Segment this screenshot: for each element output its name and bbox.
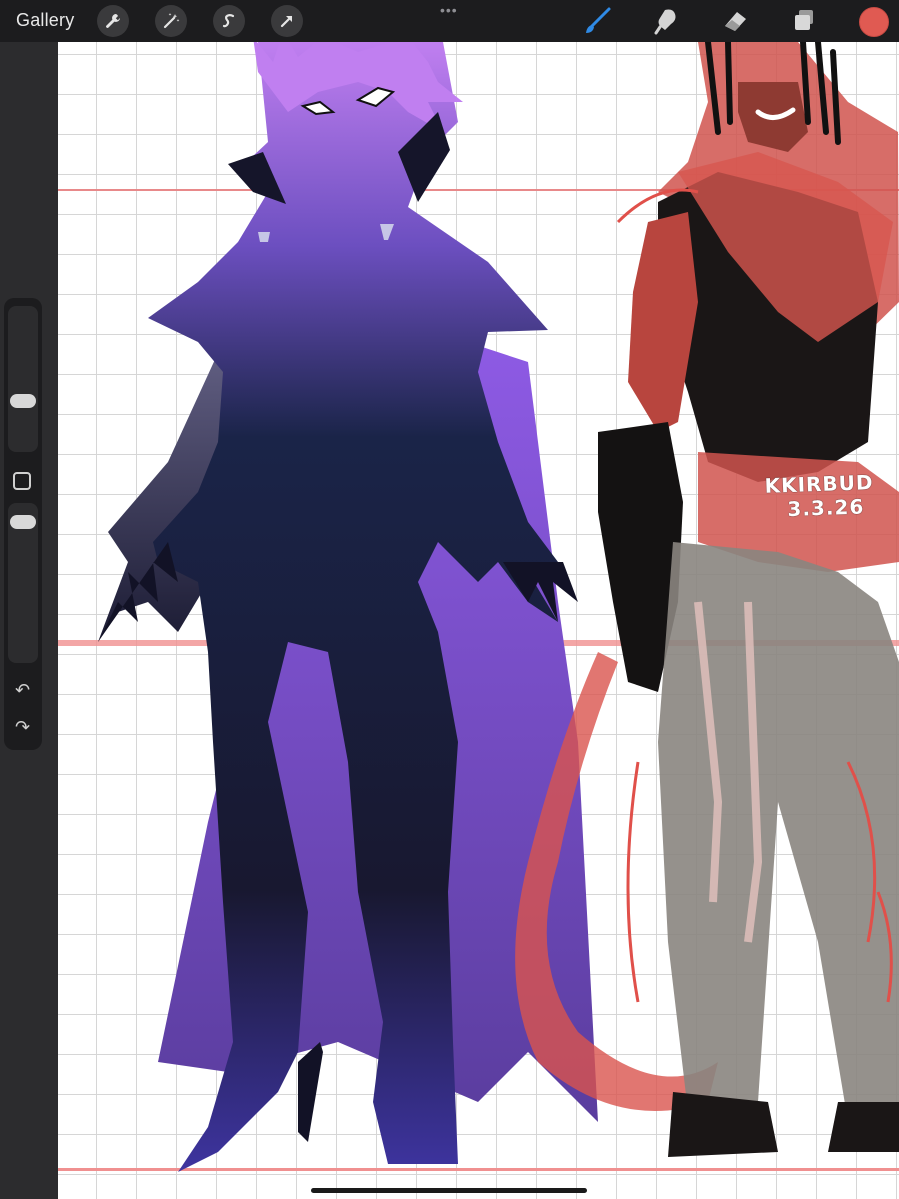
left-boot <box>668 1092 778 1157</box>
brush-controls-panel: ↶ ↷ <box>4 298 42 750</box>
top-toolbar: Gallery ••• <box>0 0 899 42</box>
opacity-handle[interactable] <box>10 515 36 529</box>
transform-arrow-icon[interactable] <box>271 5 303 37</box>
magic-wand-icon[interactable] <box>155 5 187 37</box>
redo-icon[interactable]: ↷ <box>15 718 30 736</box>
signature-date: 3.3.26 <box>787 494 865 522</box>
modify-square-button[interactable] <box>13 472 31 490</box>
boot-heel <box>298 1042 323 1142</box>
undo-icon[interactable]: ↶ <box>15 681 30 699</box>
grey-pants <box>658 542 899 1142</box>
home-indicator[interactable] <box>311 1188 587 1193</box>
left-arm <box>628 212 698 432</box>
color-picker-button[interactable] <box>859 7 889 37</box>
eraser-icon[interactable] <box>719 6 751 36</box>
brush-icon[interactable] <box>582 6 614 36</box>
artwork <box>58 42 899 1172</box>
opacity-slider[interactable] <box>8 503 38 663</box>
highlight <box>258 232 270 242</box>
more-dots-icon[interactable]: ••• <box>440 2 458 18</box>
brush-size-handle[interactable] <box>10 394 36 408</box>
artist-signature: KKIRBUD 3.3.26 <box>764 470 875 522</box>
gallery-button[interactable]: Gallery <box>16 10 74 31</box>
selection-icon[interactable] <box>213 5 245 37</box>
drawing-canvas[interactable]: KKIRBUD 3.3.26 <box>58 42 899 1199</box>
layers-icon[interactable] <box>788 6 820 36</box>
brush-size-slider[interactable] <box>8 306 38 452</box>
right-boot <box>828 1102 899 1152</box>
wrench-icon[interactable] <box>97 5 129 37</box>
left-sidebar: ↶ ↷ <box>0 42 58 1199</box>
smudge-icon[interactable] <box>650 6 682 36</box>
